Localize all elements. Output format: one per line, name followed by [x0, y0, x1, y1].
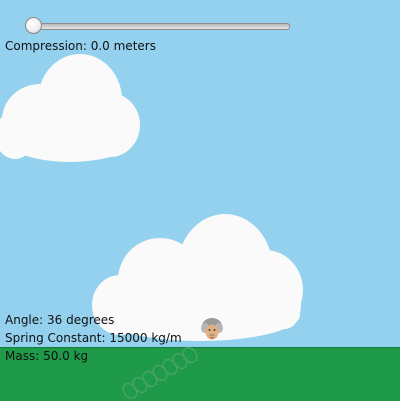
compression-readout: Compression: 0.0 meters — [5, 39, 156, 53]
compression-slider-thumb[interactable] — [25, 17, 42, 34]
angle-readout: Angle: 36 degrees — [5, 313, 115, 327]
spring-constant-readout: Spring Constant: 15000 kg/m — [5, 331, 182, 345]
mass-readout: Mass: 50.0 kg — [5, 349, 89, 363]
cloud-upper — [0, 54, 140, 162]
compression-slider-track[interactable] — [28, 23, 290, 30]
cloud-lower — [92, 214, 303, 341]
spring-coil-icon — [122, 346, 198, 400]
einstein-face-icon[interactable] — [201, 317, 223, 341]
